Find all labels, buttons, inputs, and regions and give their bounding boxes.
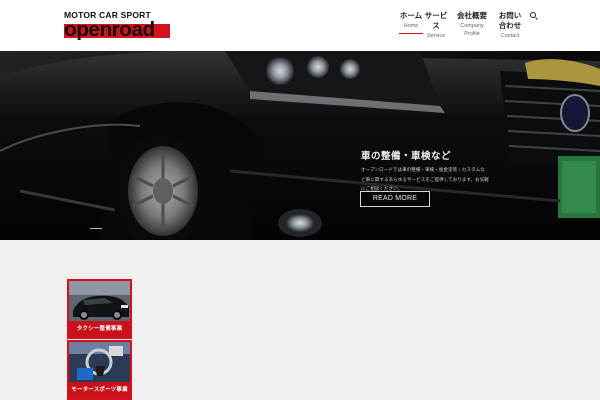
taxi-service-image: [69, 281, 130, 321]
service-card-label: タクシー整備事業: [69, 321, 130, 337]
site-header: MOTOR CAR SPORT openroad ホーム Home サービス S…: [0, 0, 600, 51]
hero-slider: 車の整備・車検など オープンロードでは車の整備・車検・板金塗装・カスタムなど車に…: [0, 51, 600, 240]
service-card-motorsport[interactable]: モータースポーツ事業: [67, 340, 132, 400]
nav-item-sublabel: Company Profile: [460, 23, 484, 37]
nav-item-label: サービス: [424, 11, 448, 30]
nav-item-label: ホーム: [399, 11, 423, 20]
hero-car-image: [0, 51, 600, 240]
service-card-label: モータースポーツ事業: [69, 382, 130, 398]
nav-item-sublabel: Contact: [500, 33, 520, 39]
read-more-button[interactable]: READ MORE: [360, 191, 430, 207]
main-nav: ホーム Home サービス Service 会社概要 Company Profi…: [0, 11, 600, 41]
hero-title: 車の整備・車検など: [361, 151, 452, 162]
nav-item-service[interactable]: サービス Service: [424, 11, 448, 40]
nav-item-sublabel: Service: [426, 33, 446, 39]
nav-item-label: 会社概要: [457, 11, 487, 20]
motorsport-service-image: [69, 342, 130, 382]
search-icon[interactable]: [529, 11, 539, 21]
service-card-taxi[interactable]: タクシー整備事業: [67, 279, 132, 339]
nav-item-company-profile[interactable]: 会社概要 Company Profile: [452, 11, 492, 38]
hero-description: オープンロードでは車の整備・車検・板金塗装・カスタムなど車に関するあらゆるサービ…: [361, 167, 489, 191]
nav-item-contact[interactable]: お問い合わせ Contact: [498, 11, 522, 40]
slider-indicator[interactable]: [90, 228, 102, 229]
nav-item-sublabel: Home: [403, 23, 419, 29]
nav-item-home[interactable]: ホーム Home: [399, 11, 423, 30]
nav-item-label: お問い合わせ: [498, 11, 522, 30]
